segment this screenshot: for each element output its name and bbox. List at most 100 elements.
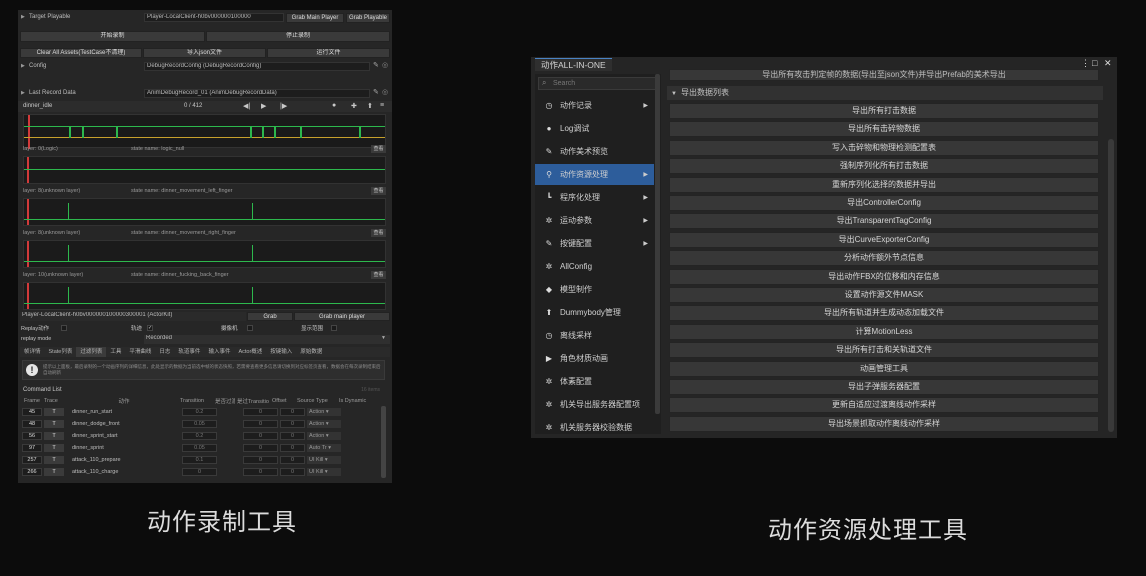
transition-alt-cell[interactable]: 0 <box>243 468 278 476</box>
transition-alt-cell[interactable]: 0 <box>243 456 278 464</box>
transition-cell[interactable]: 0.2 <box>182 408 217 416</box>
window-tab-title[interactable]: 动作ALL-IN-ONE <box>535 58 612 71</box>
play-icon[interactable]: ▶ <box>261 102 266 110</box>
tab-frame-detail[interactable]: 帧详情 <box>20 347 45 357</box>
table-row[interactable]: 257Tattack_110_prepare0.1000UI Kill ▾ <box>22 454 378 466</box>
record-icon[interactable]: ● <box>332 102 336 109</box>
transition-alt-cell[interactable]: 0 <box>243 444 278 452</box>
action-button[interactable]: 强制序列化所有打击数据 <box>669 158 1099 175</box>
track-view-button[interactable]: 查看 <box>371 271 386 279</box>
table-row[interactable]: 97Tdinner_sprint0.05000Auto Tr ▾ <box>22 442 378 454</box>
action-button[interactable]: 写入击碎物和物理检测配置表 <box>669 139 1099 156</box>
action-button[interactable]: 导出CurveExporterConfig <box>669 231 1099 248</box>
tab-smooth-curve[interactable]: 平滑曲线 <box>125 347 155 357</box>
table-scrollbar[interactable] <box>381 406 386 478</box>
sidebar-item[interactable]: ● Log调试 <box>535 118 654 139</box>
track-bar[interactable] <box>23 156 386 184</box>
action-button[interactable]: 导出TransparentTagConfig <box>669 213 1099 230</box>
camera-checkbox[interactable] <box>247 325 253 331</box>
action-button[interactable]: 计算MotionLess <box>669 323 1099 340</box>
transition-alt-cell[interactable]: 0 <box>243 432 278 440</box>
offset-cell[interactable]: 0 <box>280 408 305 416</box>
sidebar-item[interactable]: ✲ 运动参数 ▶ <box>535 210 654 231</box>
frame-cell[interactable]: 45 <box>22 408 42 416</box>
track-bar[interactable] <box>23 240 386 268</box>
action-button[interactable]: 设置动作源文件MASK <box>669 287 1099 303</box>
content-scrollbar[interactable] <box>1108 139 1114 432</box>
table-row[interactable]: 266Tattack_110_charge0000UI Kill ▾ <box>22 466 378 478</box>
more-icon[interactable]: ⋮ <box>1081 58 1090 69</box>
tab-log[interactable]: 日志 <box>155 347 174 357</box>
playhead[interactable] <box>28 115 30 149</box>
action-button[interactable]: 导出所有轨道并生成动态加载文件 <box>669 305 1099 322</box>
target-playable-field[interactable]: Player-LocalClient-h0bv000000100000 <box>144 13 284 22</box>
table-row[interactable]: 45Tdinner_run_start0.2000Action ▾ <box>22 406 378 418</box>
action-button[interactable]: 动画管理工具 <box>669 360 1099 377</box>
tab-raw-data[interactable]: 原始数据 <box>296 347 326 357</box>
action-button[interactable]: 导出所有击碎物数据 <box>669 121 1099 138</box>
timeline-graph[interactable] <box>23 114 386 149</box>
source-type-select[interactable]: Auto Tr ▾ <box>307 444 341 452</box>
action-button[interactable]: 重新序列化选择的数据并导出 <box>669 176 1099 193</box>
transition-cell[interactable]: 0 <box>182 468 217 476</box>
transition-cell[interactable]: 0.05 <box>182 420 217 428</box>
offset-cell[interactable]: 0 <box>280 444 305 452</box>
frame-cell[interactable]: 257 <box>22 456 42 464</box>
source-type-select[interactable]: UI Kill ▾ <box>307 468 341 476</box>
sidebar-item[interactable]: ✎ 动作美术预览 <box>535 141 654 162</box>
replay-mode-select[interactable]: Recorded <box>144 335 390 344</box>
grab-main-player-button[interactable]: Grab Main Player <box>286 13 344 23</box>
table-row[interactable]: 56Tdinner_sprint_start0.2000Action ▾ <box>22 430 378 442</box>
start-record-button[interactable]: 开始录制 <box>20 31 205 42</box>
fold-arrow-icon[interactable]: ▶ <box>21 90 29 96</box>
replay-action-checkbox[interactable] <box>61 325 67 331</box>
sidebar-item[interactable]: ⚲ 动作资源处理 ▶ <box>535 164 654 185</box>
action-button[interactable]: 导出场景抓取动作离线动作采样 <box>669 415 1099 432</box>
sidebar-item[interactable]: ◷ 动作记录 ▶ <box>535 95 654 116</box>
offset-cell[interactable]: 0 <box>280 420 305 428</box>
target-picker-icon[interactable]: ◎ <box>382 61 388 69</box>
track-bar[interactable] <box>23 282 386 310</box>
tab-input-events[interactable]: 输入事件 <box>204 347 234 357</box>
sidebar-item[interactable]: ✲ AllConfig <box>535 256 654 277</box>
sidebar-item[interactable]: ✲ 机关服务器校验数据 <box>535 417 654 438</box>
source-type-select[interactable]: Action ▾ <box>307 408 341 416</box>
trace-button[interactable]: T <box>44 432 64 440</box>
action-button[interactable]: 导出所有打击和关轨道文件 <box>669 342 1099 359</box>
track-view-button[interactable]: 查看 <box>371 187 386 195</box>
sidebar-item[interactable]: ┗ 程序化处理 ▶ <box>535 187 654 208</box>
player-field[interactable]: Player-LocalClient-h0bv00000010000030000… <box>20 312 246 321</box>
clear-assets-button[interactable]: Clear All Assets(TestCase不清理) <box>20 48 142 58</box>
frame-cell[interactable]: 97 <box>22 444 42 452</box>
last-record-field[interactable]: AnimDebugRecord_01 (AnimDebugRecordData) <box>144 89 370 98</box>
frame-cell[interactable]: 266 <box>22 468 42 476</box>
grab-main-player-button-2[interactable]: Grab main player <box>294 312 390 321</box>
fold-arrow-icon[interactable]: ▶ <box>21 63 29 69</box>
frame-cell[interactable]: 48 <box>22 420 42 428</box>
sidebar-item[interactable]: ✎ 按键配置 ▶ <box>535 233 654 254</box>
pen-icon[interactable]: ✎ <box>373 61 379 69</box>
tab-track-events[interactable]: 轨道事件 <box>174 347 204 357</box>
step-back-icon[interactable]: ◀| <box>243 102 250 110</box>
tab-actor-overview[interactable]: Actor概述 <box>234 347 266 357</box>
tab-tools[interactable]: 工具 <box>106 347 125 357</box>
transition-cell[interactable]: 0.1 <box>182 456 217 464</box>
tab-key-input[interactable]: 按键输入 <box>266 347 296 357</box>
offset-cell[interactable]: 0 <box>280 456 305 464</box>
trace-button[interactable]: T <box>44 420 64 428</box>
action-button[interactable]: 导出所有打击数据 <box>669 103 1099 119</box>
track-view-button[interactable]: 查看 <box>371 145 386 153</box>
pin-icon[interactable]: ⬆ <box>367 102 373 110</box>
grab-playable-button[interactable]: Grab Playable <box>346 13 390 23</box>
config-field[interactable]: DebugRecordConfig (DebugRecordConfig) <box>144 62 370 71</box>
pen-icon[interactable]: ✎ <box>373 88 379 96</box>
track-bar[interactable] <box>23 198 386 226</box>
sidebar-scrollbar[interactable] <box>655 74 660 414</box>
step-forward-icon[interactable]: |▶ <box>280 102 287 110</box>
pin-icon[interactable]: ✚ <box>351 102 357 110</box>
trace-button[interactable]: T <box>44 456 64 464</box>
show-hitbox-checkbox[interactable] <box>331 325 337 331</box>
trace-button[interactable]: T <box>44 444 64 452</box>
trace-button[interactable]: T <box>44 468 64 476</box>
action-button[interactable]: 分析动作额外节点信息 <box>669 250 1099 267</box>
